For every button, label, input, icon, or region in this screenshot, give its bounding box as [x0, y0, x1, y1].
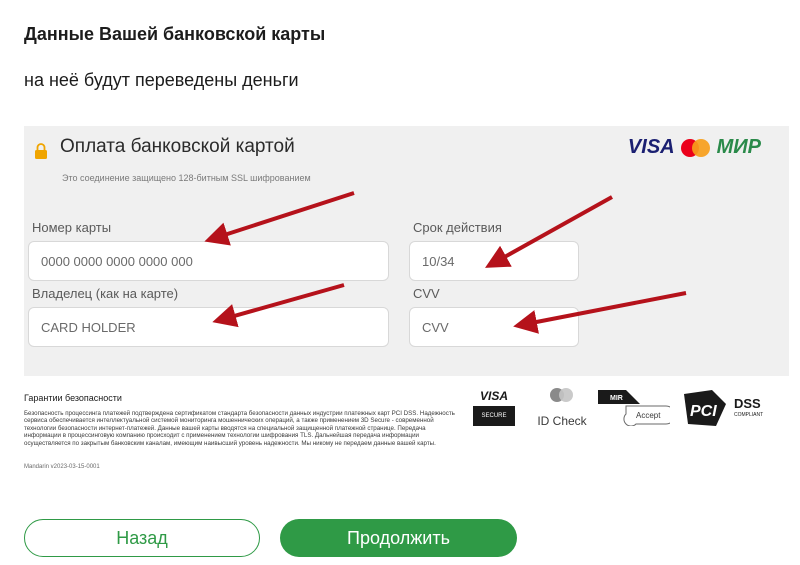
page-subtitle: на неё будут переведены деньги [24, 70, 299, 90]
visa-secure-top: VISA [479, 389, 508, 403]
mir-logo: МИР [716, 136, 761, 158]
expiry-input[interactable]: 10/34 [409, 241, 579, 281]
pci-badge-text: PCI [690, 403, 717, 420]
id-check-label: ID Check [537, 414, 587, 428]
visa-secure-badge: VISA SECURE [473, 386, 515, 428]
card-holder-input[interactable]: CARD HOLDER [28, 307, 389, 347]
cvv-input[interactable]: CVV [409, 307, 579, 347]
back-button[interactable]: Назад [24, 519, 260, 557]
card-number-input[interactable]: 0000 0000 0000 0000 000 [28, 241, 389, 281]
mastercard-icon [550, 388, 574, 402]
ssl-note: Это соединение защищено 128-битным SSL ш… [62, 173, 311, 183]
dss-badge-text: DSS [734, 396, 761, 411]
visa-secure-bottom: SECURE [473, 406, 515, 426]
accept-badge-text: Accept [636, 411, 661, 420]
payment-title: Оплата банковской картой [60, 136, 295, 157]
pci-dss-badge: PCI DSS COMPLIANT [684, 390, 763, 426]
continue-button[interactable]: Продолжить [280, 519, 517, 557]
lock-icon [35, 143, 47, 159]
visa-logo: VISA [627, 136, 675, 158]
page-title: Данные Вашей банковской карты [24, 24, 326, 44]
version-label: Mandarin v2023-03-15-0001 [24, 464, 100, 470]
card-holder-label: Владелец (как на карте) [32, 286, 179, 301]
compliant-badge-text: COMPLIANT [734, 412, 763, 418]
security-title: Гарантии безопасности [24, 393, 122, 403]
mastercard-id-check-badge: ID Check [532, 388, 592, 430]
card-number-label: Номер карты [32, 220, 112, 235]
mastercard-logo [680, 138, 711, 157]
security-text: Безопасность процессинга платежей подтве… [24, 410, 455, 447]
mir-badge-text: MIR [610, 395, 623, 402]
cvv-label: CVV [413, 286, 440, 301]
mir-accept-badge: MIR Accept [598, 390, 670, 426]
expiry-label: Срок действия [413, 220, 502, 235]
card-brand-logos: VISA МИР [628, 136, 761, 159]
